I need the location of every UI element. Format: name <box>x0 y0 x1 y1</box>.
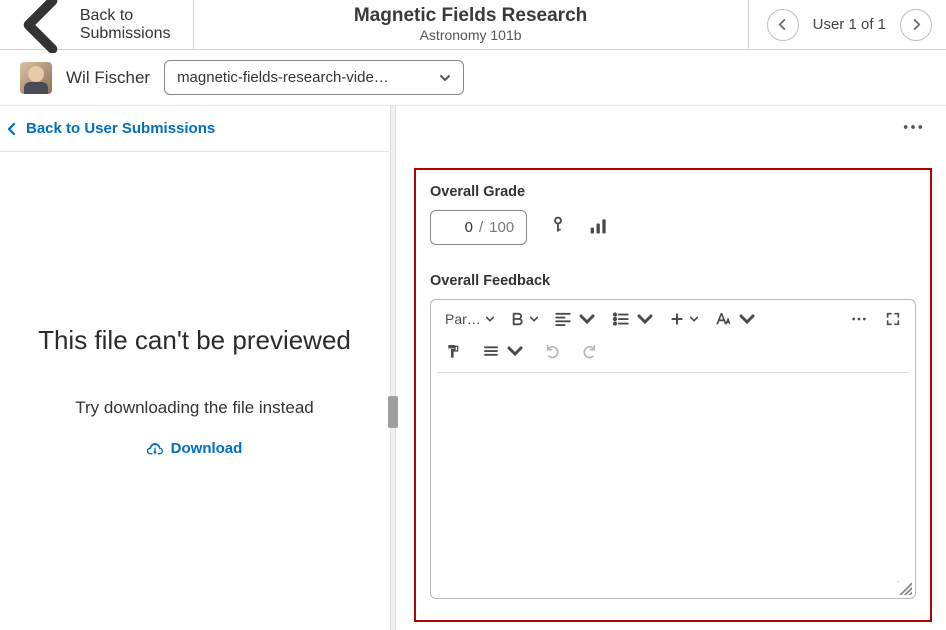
avatar <box>20 62 52 94</box>
grade-input[interactable] <box>443 219 473 236</box>
feedback-editor: Par… <box>430 299 916 599</box>
top-bar: Back to Submissions Magnetic Fields Rese… <box>0 0 946 50</box>
chevron-down-icon <box>485 314 495 324</box>
file-preview-area: This file can't be previewed Try downloa… <box>0 152 389 630</box>
ellipsis-icon <box>851 311 867 327</box>
chevron-down-icon <box>505 342 525 360</box>
overall-grade-label: Overall Grade <box>430 184 916 200</box>
assignment-title: Magnetic Fields Research <box>354 5 587 27</box>
user-navigation: User 1 of 1 <box>748 0 946 49</box>
file-select-label: magnetic-fields-research-vide… <box>177 69 389 86</box>
feedback-textarea[interactable] <box>431 373 915 598</box>
grade-input-box[interactable]: / 100 <box>430 210 527 245</box>
chevron-down-icon <box>577 310 597 328</box>
line-spacing-icon <box>481 342 501 360</box>
align-button[interactable] <box>547 306 603 332</box>
download-label: Download <box>171 440 243 457</box>
assignment-title-block: Magnetic Fields Research Astronomy 101b <box>194 0 748 49</box>
more-tools-button[interactable] <box>845 307 873 331</box>
preview-error-headline: This file can't be previewed <box>38 325 351 356</box>
grade-icons <box>549 216 609 239</box>
back-to-user-submissions-link[interactable]: Back to User Submissions <box>0 106 389 152</box>
grading-panel: Overall Grade / 100 Overall Feedback <box>414 168 932 622</box>
format-painter-icon <box>445 343 461 359</box>
prev-user-button[interactable] <box>767 9 799 41</box>
bullet-list-icon <box>611 310 631 328</box>
redo-icon <box>581 343 597 359</box>
bold-button[interactable] <box>503 307 545 331</box>
font-icon <box>713 310 733 328</box>
format-painter-button[interactable] <box>439 339 467 363</box>
student-name: Wil Fischer <box>66 68 150 88</box>
insert-button[interactable] <box>663 307 705 331</box>
list-button[interactable] <box>605 306 661 332</box>
editor-toolbar-row-2 <box>431 336 915 370</box>
course-subtitle: Astronomy 101b <box>420 27 522 43</box>
redo-button[interactable] <box>575 339 603 363</box>
statistics-icon[interactable] <box>589 216 609 239</box>
chevron-down-icon <box>529 314 539 324</box>
back-to-submissions-button[interactable]: Back to Submissions <box>0 0 194 49</box>
editor-toolbar: Par… <box>431 300 915 336</box>
chevron-left-icon <box>777 19 788 30</box>
rubric-key-icon[interactable] <box>549 216 567 239</box>
chevron-left-icon <box>14 0 72 53</box>
grade-slash: / <box>479 219 483 236</box>
preview-error-sub: Try downloading the file instead <box>75 398 313 418</box>
undo-icon <box>545 343 561 359</box>
undo-button[interactable] <box>539 339 567 363</box>
left-pane: Back to User Submissions This file can't… <box>0 106 390 630</box>
student-row: Wil Fischer magnetic-fields-research-vid… <box>0 50 946 106</box>
fullscreen-button[interactable] <box>879 307 907 331</box>
grade-row: / 100 <box>430 210 916 245</box>
file-select-dropdown[interactable]: magnetic-fields-research-vide… <box>164 60 464 95</box>
chevron-down-icon <box>737 310 757 328</box>
paragraph-style-label: Par… <box>445 311 481 327</box>
chevron-left-icon <box>6 123 18 135</box>
main-area: Back to User Submissions This file can't… <box>0 106 946 630</box>
font-format-button[interactable] <box>707 306 763 332</box>
user-position-label: User 1 of 1 <box>813 16 886 33</box>
grade-max: 100 <box>489 219 514 236</box>
overall-feedback-label: Overall Feedback <box>430 273 916 289</box>
back-to-submissions-label: Back to Submissions <box>80 7 171 43</box>
right-pane: Overall Grade / 100 Overall Feedback <box>396 106 946 630</box>
expand-icon <box>885 311 901 327</box>
download-icon <box>147 441 163 457</box>
resize-grip-icon[interactable] <box>898 581 912 595</box>
chevron-down-icon <box>439 72 451 84</box>
bold-icon <box>509 311 525 327</box>
plus-icon <box>669 311 685 327</box>
chevron-down-icon <box>689 314 699 324</box>
back-to-user-submissions-label: Back to User Submissions <box>26 120 215 137</box>
paragraph-style-dropdown[interactable]: Par… <box>439 307 501 331</box>
download-button[interactable]: Download <box>147 440 243 457</box>
align-left-icon <box>553 310 573 328</box>
more-actions-button[interactable] <box>898 112 928 142</box>
next-user-button[interactable] <box>900 9 932 41</box>
ellipsis-icon <box>902 123 924 131</box>
chevron-right-icon <box>911 19 922 30</box>
line-spacing-button[interactable] <box>475 338 531 364</box>
chevron-down-icon <box>635 310 655 328</box>
